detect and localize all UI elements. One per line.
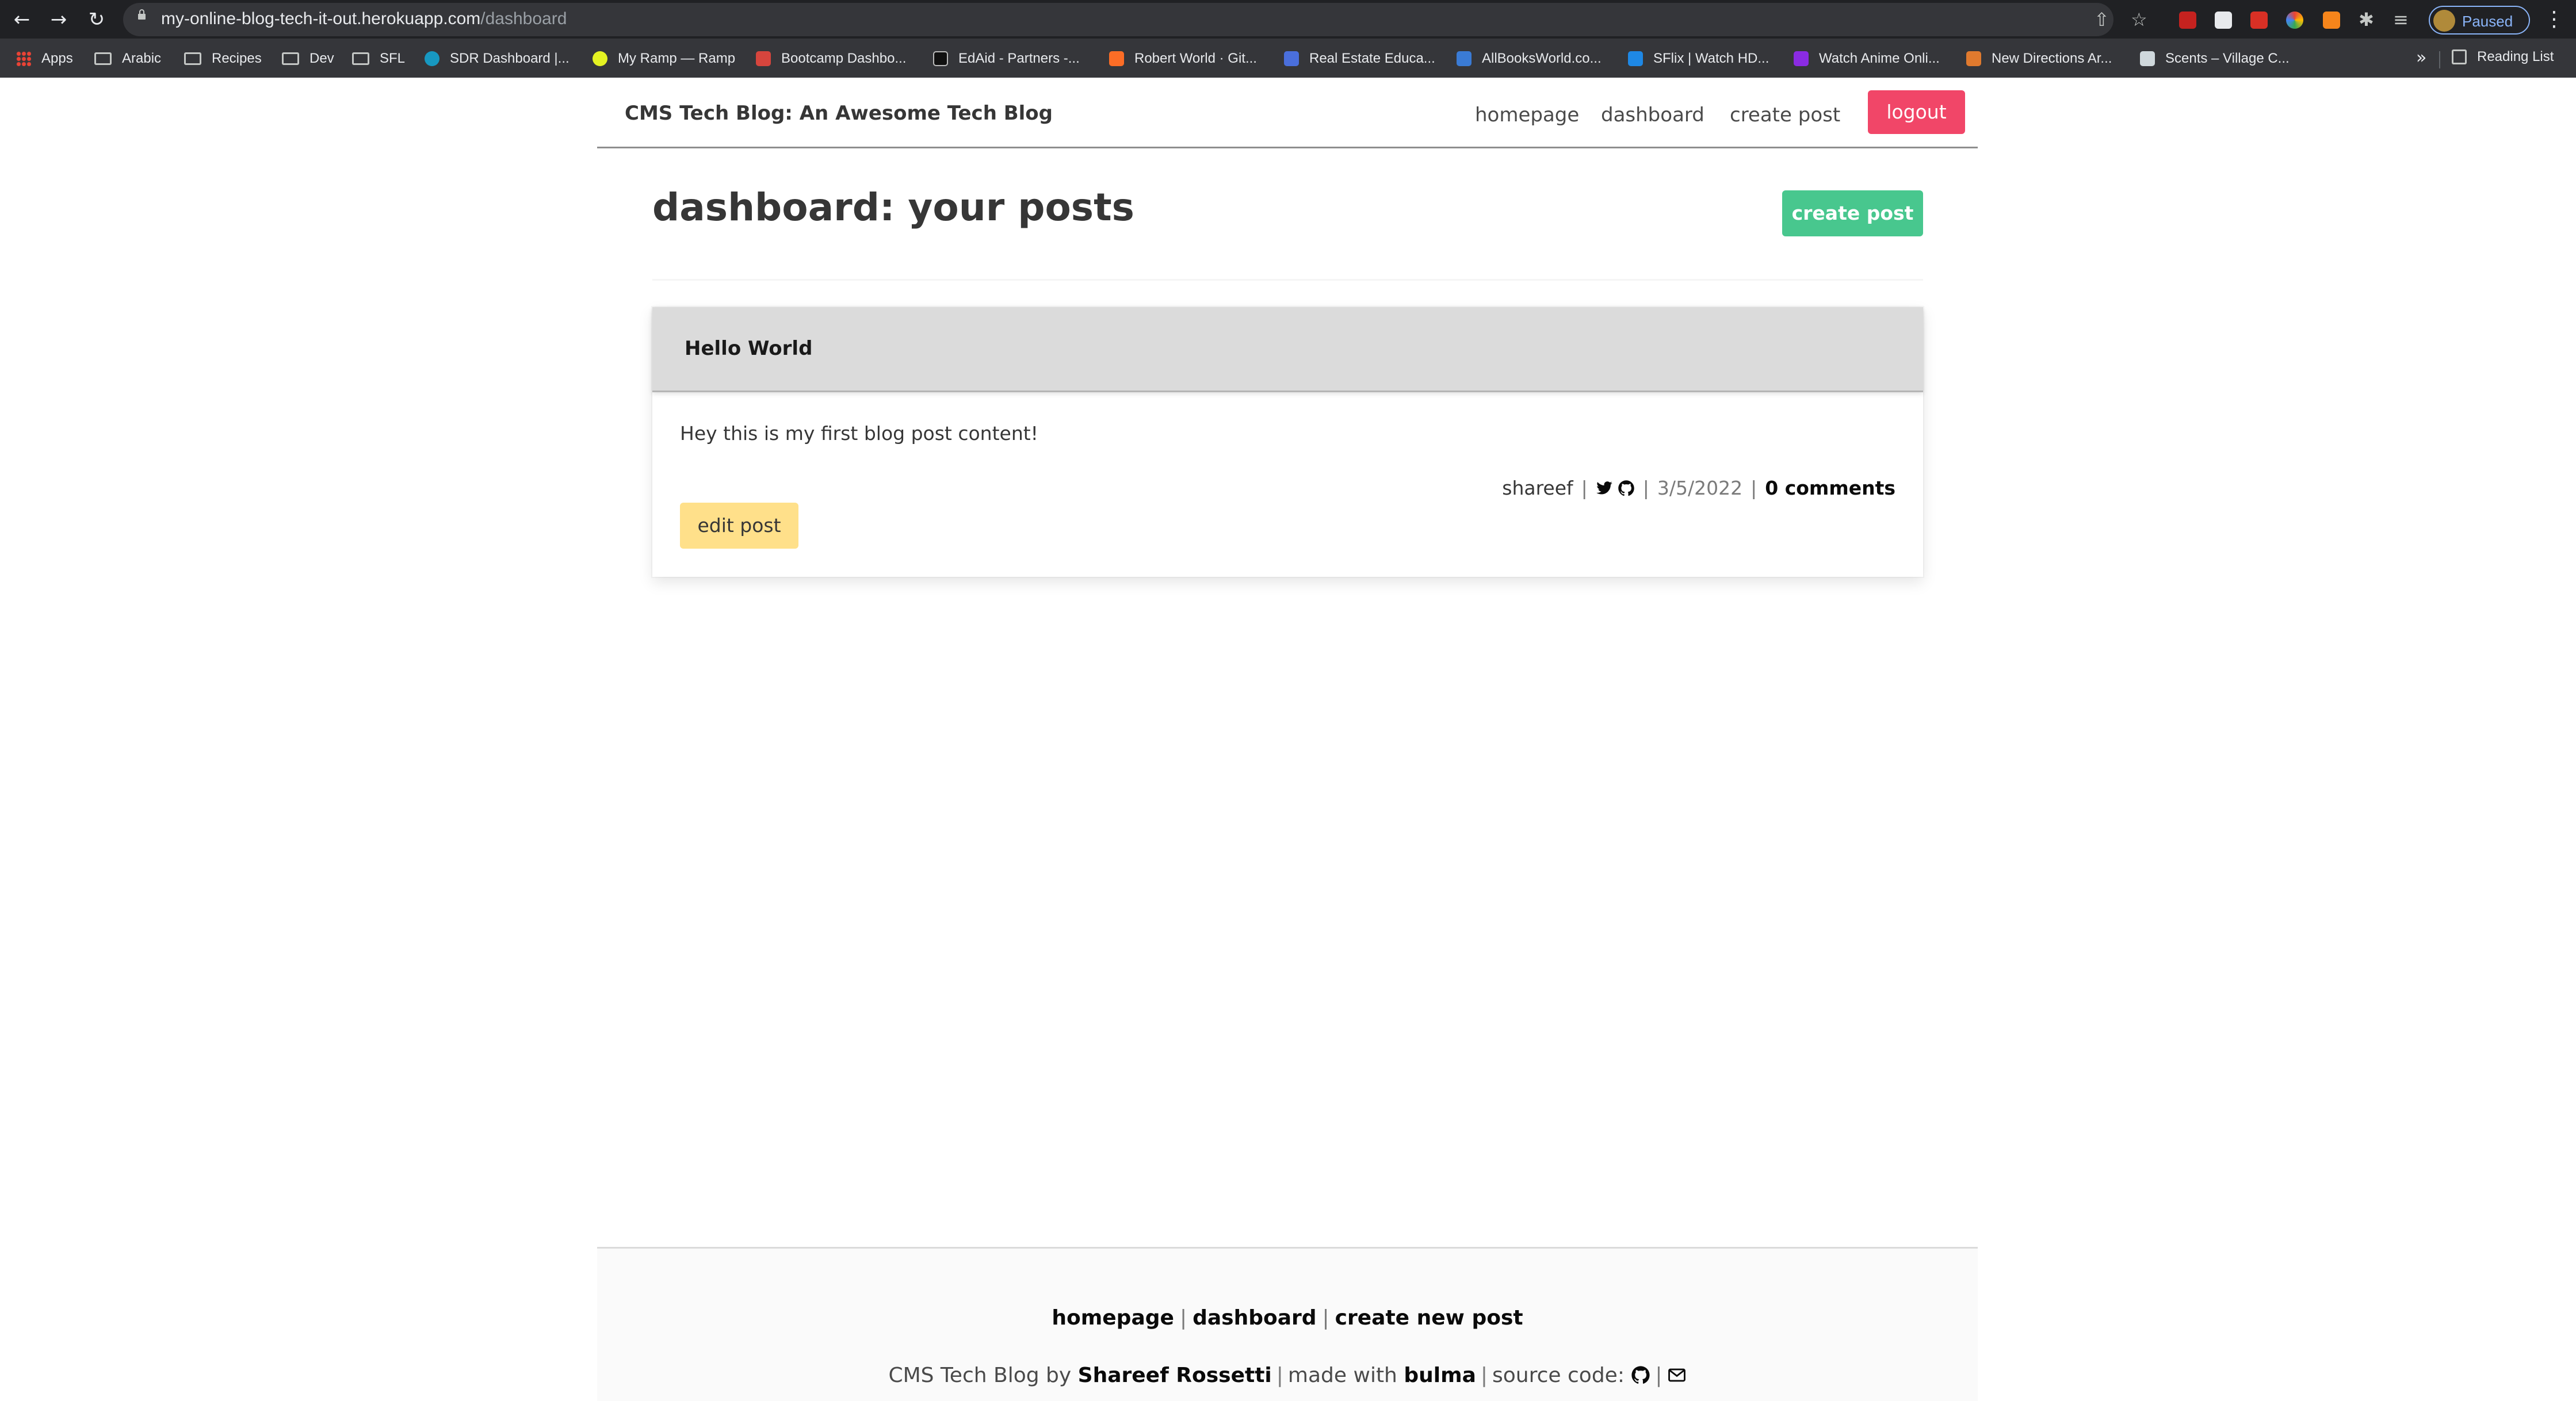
footer-separator: | [1276,1364,1283,1387]
bookmark-bootcamp[interactable]: Bootcamp Dashbo... [756,49,906,68]
edit-post-button[interactable]: edit post [680,503,798,549]
bookmark-allbooksworld[interactable]: AllBooksWorld.co... [1457,49,1602,68]
newdirections-icon [1966,51,1981,66]
create-post-button[interactable]: create post [1782,190,1923,236]
profile-status: Paused [2462,13,2513,30]
footer-by: by [1046,1364,1072,1387]
post-date: 3/5/2022 [1657,477,1743,499]
bookmarks-divider [2439,51,2440,68]
bookmark-my-ramp[interactable]: My Ramp — Ramp [593,49,735,68]
footer-separator: | [1179,1306,1187,1330]
bookmark-sfl[interactable]: SFL [352,49,405,68]
books-icon [1457,51,1472,66]
github-icon[interactable] [1618,480,1635,497]
reload-icon[interactable]: ↻ [84,7,109,32]
post-card-header[interactable]: Hello World [652,307,1923,392]
share-icon[interactable]: ⇧ [2094,8,2109,31]
gitlab-icon [1109,51,1124,66]
extension-ublock-icon[interactable] [2179,12,2196,29]
folder-icon [352,52,369,65]
folder-icon [94,52,112,65]
footer-separator: | [1655,1364,1662,1387]
footer-homepage-link[interactable]: homepage [1052,1306,1174,1330]
footer-separator: | [1480,1364,1488,1387]
footer-source-code: source code: [1492,1364,1625,1387]
more-bookmarks-button[interactable]: » [2416,48,2426,68]
bookmark-sdr-dashboard[interactable]: SDR Dashboard |... [425,49,570,68]
edaid-icon [933,51,948,66]
post-meta: shareef | | 3/5/2022 | 0 comments [1502,477,1895,499]
folder-icon [184,52,201,65]
star-icon[interactable]: ☆ [2131,8,2147,31]
extension-color-wheel-icon[interactable] [2286,12,2303,29]
footer-made-with: made with [1287,1364,1397,1387]
post-comments-link[interactable]: 0 comments [1765,477,1895,499]
bookmark-edaid[interactable]: EdAid - Partners -... [933,49,1080,68]
footer-create-new-post-link[interactable]: create new post [1335,1306,1523,1330]
browser-toolbar: ← → ↻ my-online-blog-tech-it-out.herokua… [0,0,2576,39]
profile-button[interactable]: Paused [2429,6,2530,35]
avatar [2433,10,2455,32]
bookmark-arabic[interactable]: Arabic [94,49,161,68]
logout-button[interactable]: logout [1868,90,1965,134]
lock-icon[interactable] [138,9,146,20]
envelope-icon[interactable] [1667,1365,1687,1385]
back-arrow-icon[interactable]: ← [9,7,35,32]
footer-separator: | [1322,1306,1329,1330]
site-navbar: CMS Tech Blog: An Awesome Tech Blog home… [597,79,1978,148]
footer-author-link[interactable]: Shareef Rossetti [1078,1364,1272,1387]
nav-dashboard-link[interactable]: dashboard [1601,104,1704,127]
meta-separator: | [1642,477,1649,499]
ramp-icon [593,51,607,66]
browser-menu-icon[interactable]: ⋮ [2544,7,2564,32]
bookmark-apps[interactable]: Apps [16,49,73,68]
post-author: shareef [1502,477,1573,499]
reading-list-button[interactable]: Reading List [2452,49,2554,65]
bookmark-scents[interactable]: Scents – Village C... [2140,49,2290,68]
bookmark-new-directions[interactable]: New Directions Ar... [1966,49,2112,68]
github-icon[interactable] [1631,1365,1650,1385]
page-title: dashboard: your posts [652,185,1134,229]
extensions-puzzle-icon[interactable]: ✱ [2359,8,2374,31]
sflix-icon [1628,51,1643,66]
bookmark-robert-world[interactable]: Robert World · Git... [1109,49,1257,68]
post-content: Hey this is my first blog post content! [680,422,1038,445]
media-control-icon[interactable]: ≡ [2393,8,2409,31]
extension-badge-icon[interactable] [2215,12,2232,29]
footer-site-name: CMS Tech Blog [888,1364,1039,1387]
site-footer: homepage | dashboard | create new post CMS T… [597,1247,1978,1401]
scents-icon [2140,51,2155,66]
reading-list-icon [2452,49,2467,64]
apps-grid-icon [16,51,31,66]
bookmark-real-estate[interactable]: Real Estate Educa... [1284,49,1435,68]
site-brand[interactable]: CMS Tech Blog: An Awesome Tech Blog [625,102,1053,125]
bookmark-recipes[interactable]: Recipes [184,49,262,68]
footer-bulma-link[interactable]: bulma [1404,1364,1476,1387]
realestate-icon [1284,51,1299,66]
footer-nav: homepage | dashboard | create new post [597,1306,1978,1330]
extension-red-icon[interactable] [2250,12,2268,29]
address-bar-url[interactable]: my-online-blog-tech-it-out.herokuapp.com… [161,9,567,29]
anime-icon [1794,51,1809,66]
post-card: Hello World Hey this is my first blog po… [652,307,1923,577]
nav-create-post-link[interactable]: create post [1730,104,1840,127]
bookmark-watch-anime[interactable]: Watch Anime Onli... [1794,49,1940,68]
extension-metamask-icon[interactable] [2323,12,2340,29]
bookmark-sflix[interactable]: SFlix | Watch HD... [1628,49,1769,68]
folder-icon [282,52,299,65]
post-title[interactable]: Hello World [685,337,812,360]
bootcamp-icon [756,51,771,66]
bookmarks-bar: Apps Arabic Recipes Dev SFL SDR Dashboar… [0,39,2576,78]
nav-homepage-link[interactable]: homepage [1475,104,1579,127]
footer-dashboard-link[interactable]: dashboard [1193,1306,1316,1330]
twitter-icon[interactable] [1596,480,1613,497]
bookmark-dev[interactable]: Dev [282,49,334,68]
forward-arrow-icon[interactable]: → [46,7,71,32]
meta-separator: | [1581,477,1588,499]
section-divider [652,279,1923,281]
meta-separator: | [1751,477,1757,499]
salesforce-icon [425,51,439,66]
footer-credit: CMS Tech Blog by Shareef Rossetti | made w… [597,1364,1978,1387]
